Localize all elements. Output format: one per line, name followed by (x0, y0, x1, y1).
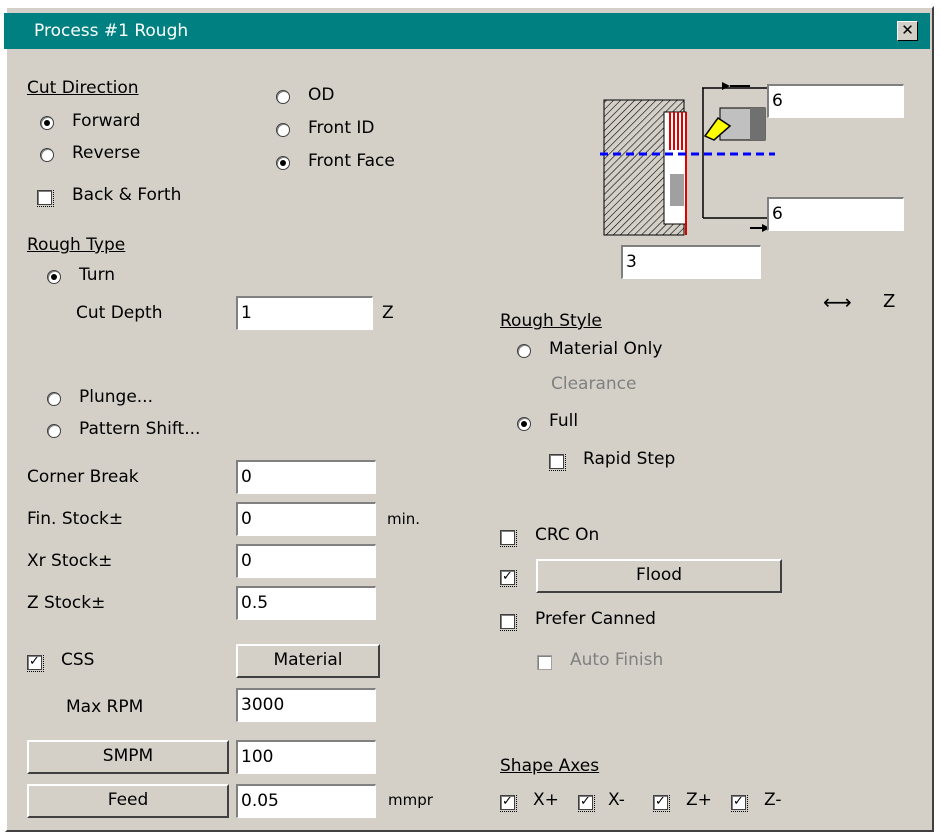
focus-outline (37, 190, 54, 207)
auto-finish-checkbox[interactable] (537, 655, 552, 670)
cut-depth-label: Cut Depth (76, 303, 163, 323)
max-rpm-label: Max RPM (66, 697, 144, 717)
z-stock-input[interactable]: 0.5 (236, 586, 376, 620)
tool-diagram (600, 82, 775, 236)
z-axis-label: Z (883, 291, 896, 312)
z-minus-label: Z- (764, 790, 782, 810)
feed-unit: mmpr (388, 791, 433, 809)
focus-outline (653, 795, 670, 812)
turn-label: Turn (79, 265, 116, 285)
material-only-label: Material Only (549, 339, 663, 359)
forward-label: Forward (72, 111, 141, 131)
focus-outline (578, 795, 595, 812)
smpm-button[interactable]: SMPM (27, 740, 229, 774)
fin-stock-input[interactable]: 0 (236, 502, 376, 536)
clearance-label: Clearance (551, 374, 637, 394)
css-label: CSS (61, 650, 95, 670)
forward-radio[interactable] (40, 116, 54, 130)
smpm-input[interactable]: 100 (236, 740, 376, 774)
rough-style-heading: Rough Style (500, 311, 602, 331)
prefer-canned-label: Prefer Canned (535, 609, 656, 629)
focus-outline (27, 655, 44, 672)
focus-outline (500, 795, 517, 812)
focus-outline (500, 530, 517, 547)
front-face-label: Front Face (308, 151, 395, 171)
cut-direction-heading: Cut Direction (27, 78, 139, 98)
plunge-radio[interactable] (47, 392, 61, 406)
x-minus-label: X- (608, 790, 625, 810)
focus-outline (549, 454, 566, 471)
turn-radio[interactable] (47, 270, 61, 284)
diagram-right-field[interactable]: 6 (767, 197, 904, 231)
rough-type-heading: Rough Type (27, 235, 126, 255)
close-button[interactable]: ✕ (897, 21, 918, 41)
z-stock-label: Z Stock± (27, 593, 106, 613)
od-label: OD (308, 85, 335, 105)
focus-outline (500, 614, 517, 631)
material-only-radio[interactable] (517, 344, 531, 358)
z-plus-label: Z+ (686, 790, 712, 810)
diagram-top-field[interactable]: 6 (767, 84, 904, 118)
pattern-shift-radio[interactable] (47, 424, 61, 438)
fin-stock-label: Fin. Stock± (27, 509, 124, 529)
max-rpm-input[interactable]: 3000 (236, 688, 376, 722)
corner-break-input[interactable]: 0 (236, 460, 376, 494)
title-bar[interactable]: Process #1 Rough ✕ (4, 13, 930, 49)
xr-stock-input[interactable]: 0 (236, 544, 376, 578)
front-id-radio[interactable] (276, 123, 290, 137)
full-radio[interactable] (517, 417, 531, 431)
diagram-bottom-field[interactable]: 3 (621, 245, 761, 279)
full-label: Full (549, 411, 579, 431)
focus-outline (731, 795, 748, 812)
corner-break-label: Corner Break (27, 467, 139, 487)
back-forth-label: Back & Forth (72, 185, 182, 205)
auto-finish-label: Auto Finish (570, 650, 664, 670)
cut-depth-input[interactable]: 1 (236, 296, 373, 330)
feed-button[interactable]: Feed (27, 784, 229, 818)
shape-axes-heading: Shape Axes (500, 756, 600, 776)
front-id-label: Front ID (308, 118, 375, 138)
flood-button[interactable]: Flood (536, 559, 782, 593)
feed-input[interactable]: 0.05 (236, 784, 376, 818)
z-axis-arrow-icon: ⟷ (823, 290, 852, 314)
x-plus-label: X+ (533, 790, 559, 810)
od-radio[interactable] (276, 90, 290, 104)
material-button[interactable]: Material (236, 644, 380, 678)
crc-on-label: CRC On (535, 525, 600, 545)
fin-stock-unit: min. (387, 510, 421, 528)
window-title: Process #1 Rough (34, 21, 189, 41)
pattern-shift-label: Pattern Shift... (79, 419, 201, 439)
plunge-label: Plunge... (79, 387, 153, 407)
reverse-radio[interactable] (40, 148, 54, 162)
rapid-step-label: Rapid Step (583, 449, 676, 469)
reverse-label: Reverse (72, 143, 141, 163)
cut-depth-unit: Z (382, 303, 394, 323)
xr-stock-label: Xr Stock± (27, 551, 113, 571)
front-face-radio[interactable] (276, 156, 290, 170)
focus-outline (500, 570, 517, 587)
